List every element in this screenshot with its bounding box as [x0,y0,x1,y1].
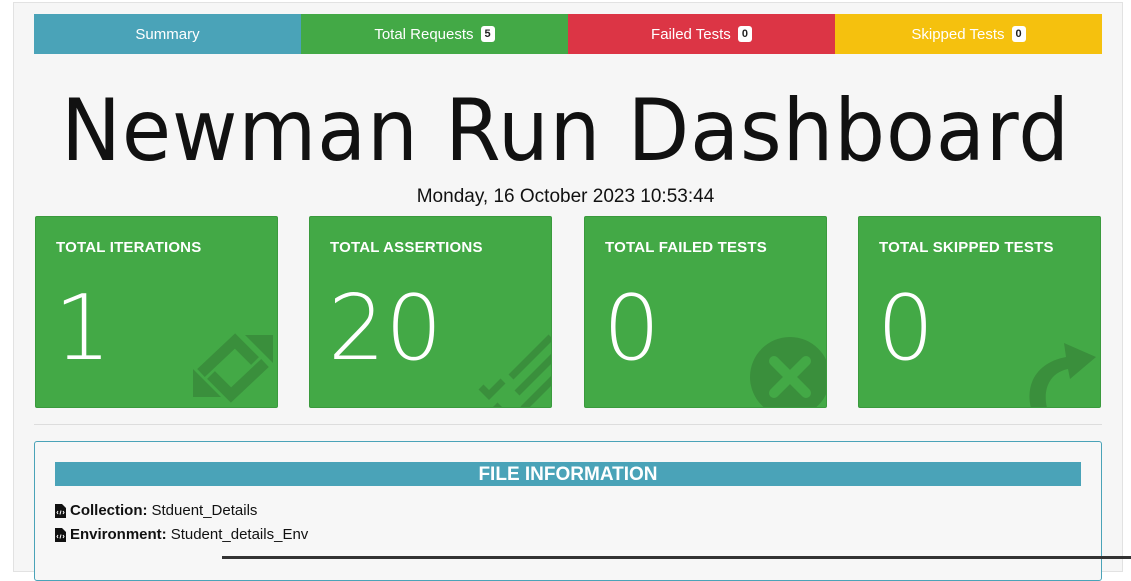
card-value: 0 [603,276,661,381]
tab-summary[interactable]: Summary [34,14,301,54]
card-total-skipped-tests: TOTAL SKIPPED TESTS 0 [858,216,1101,408]
run-timestamp: Monday, 16 October 2023 10:53:44 [416,186,715,207]
tab-total-requests[interactable]: Total Requests 5 [301,14,568,54]
skipped-tests-badge: 0 [1011,26,1026,42]
tab-summary-label: Summary [135,25,200,43]
tab-failed-tests-label: Failed Tests [651,25,731,43]
environment-label: Environment: [70,526,167,543]
environment-row: Environment: Student_details_Env [55,526,308,543]
card-value: 0 [877,276,935,381]
tab-skipped-tests-label: Skipped Tests [911,25,1005,43]
collection-row: Collection: Stduent_Details [55,502,257,519]
tab-total-requests-label: Total Requests [374,25,474,43]
card-label: TOTAL ITERATIONS [56,239,202,256]
section-divider [34,424,1102,425]
failed-tests-badge: 0 [737,26,752,42]
file-information-panel: FILE INFORMATION Collection: Stduent_Det… [34,441,1102,581]
nav-tabs: Summary Total Requests 5 Failed Tests 0 … [34,14,1102,54]
card-label: TOTAL FAILED TESTS [605,239,767,256]
card-total-failed-tests: TOTAL FAILED TESTS 0 [584,216,827,408]
file-code-icon [55,503,66,518]
card-total-iterations: TOTAL ITERATIONS 1 [35,216,278,408]
total-requests-badge: 5 [480,26,495,42]
card-value: 1 [54,276,112,381]
collection-value: Stduent_Details [151,502,258,519]
share-arrow-icon [1029,343,1096,407]
tab-skipped-tests[interactable]: Skipped Tests 0 [835,14,1102,54]
card-label: TOTAL SKIPPED TESTS [879,239,1054,256]
file-code-icon [55,527,66,542]
card-label: TOTAL ASSERTIONS [330,239,483,256]
card-total-assertions: TOTAL ASSERTIONS 20 [309,216,552,408]
checklist-icon [478,334,551,407]
card-value: 20 [328,276,443,381]
environment-value: Student_details_Env [170,526,309,543]
page-title: Newman Run Dashboard [61,81,1070,181]
times-circle-icon [750,337,826,407]
file-information-title: FILE INFORMATION [55,462,1081,486]
collection-label: Collection: [70,502,148,519]
sync-arrows-icon [193,333,273,403]
tab-failed-tests[interactable]: Failed Tests 0 [568,14,835,54]
